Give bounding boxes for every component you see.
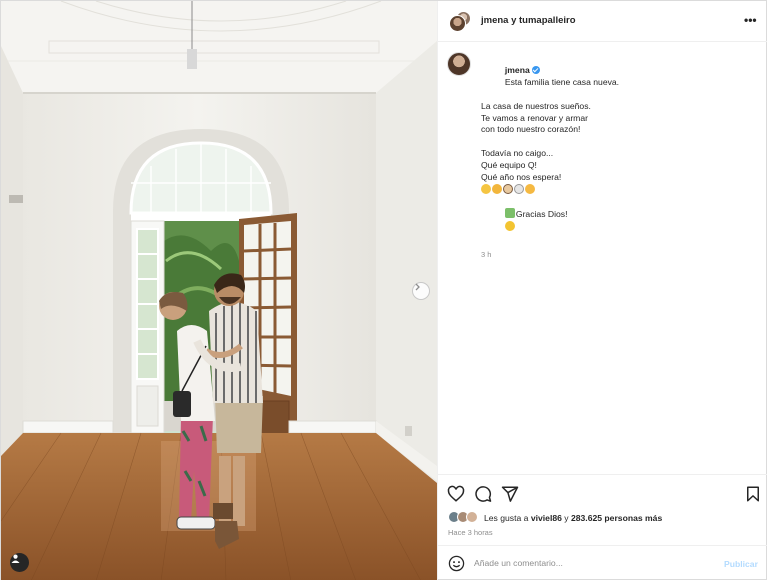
pleading-face-icon — [481, 183, 491, 194]
heart-icon[interactable] — [447, 485, 465, 503]
post-authors[interactable]: jmena y tumapalleiro — [481, 15, 576, 26]
sparkle-bee-icon — [504, 220, 515, 231]
caption-timestamp[interactable]: 3 h — [481, 249, 759, 261]
face-icon — [514, 183, 524, 194]
cat-face-icon — [525, 183, 535, 194]
comment-bar: Publicar — [438, 545, 767, 580]
post-header: jmena y tumapalleiro ••• — [438, 1, 767, 42]
collab-avatars[interactable] — [449, 11, 471, 34]
likes-conjunction: y — [564, 513, 569, 523]
emoji-row — [481, 183, 759, 196]
likes-count[interactable]: 283.625 personas más — [571, 513, 662, 523]
caption-line — [481, 136, 759, 148]
user-icon — [11, 554, 20, 563]
emoji-smile-icon[interactable] — [448, 555, 465, 572]
bookmark-icon[interactable] — [744, 485, 762, 503]
action-bar — [438, 474, 767, 510]
face-with-cowboy-hat-icon — [503, 183, 513, 194]
caption-line: Te vamos a renovar y armar — [481, 112, 588, 123]
caption-line: La casa de nuestros sueños. — [481, 100, 591, 111]
more-options-button[interactable]: ••• — [744, 13, 757, 27]
avatar — [449, 15, 466, 32]
caption-line: Gracias Dios! — [515, 208, 568, 219]
tagged-users-button[interactable] — [10, 553, 29, 572]
caption-username[interactable]: jmena — [505, 65, 530, 75]
verified-badge-icon — [531, 65, 540, 74]
house-with-garden-icon — [504, 207, 515, 218]
caption-body: jmena Esta familia tiene casa nueva. La … — [481, 53, 759, 261]
comment-input[interactable] — [474, 555, 694, 571]
likes-text: Les gusta a viviel86 y 283.625 personas … — [484, 513, 662, 523]
paper-plane-icon[interactable] — [501, 485, 519, 503]
chevron-right-icon — [415, 283, 420, 291]
post-side-panel: jmena y tumapalleiro ••• jmena Esta fami… — [437, 1, 767, 580]
comment-icon[interactable] — [474, 485, 492, 503]
caption-line: Qué equipo Q! — [481, 160, 537, 171]
caption-line: con todo nuestro corazón! — [481, 124, 581, 135]
caption-line: Esta familia tiene casa nueva. — [504, 76, 620, 87]
post-photo[interactable] — [1, 1, 437, 580]
avatar[interactable] — [447, 52, 471, 76]
publish-button[interactable]: Publicar — [724, 559, 758, 569]
post-modal: jmena y tumapalleiro ••• jmena Esta fami… — [0, 0, 767, 580]
smiling-face-icon — [492, 183, 502, 194]
caption-line: Todavía no caigo... — [481, 148, 554, 159]
photo-scene — [1, 1, 437, 580]
avatar — [466, 511, 478, 523]
liker-avatars — [448, 511, 480, 523]
next-photo-button[interactable] — [412, 282, 430, 300]
likes-prefix: Les gusta a — [484, 513, 529, 523]
liker-username[interactable]: viviel86 — [531, 513, 562, 523]
posted-time[interactable]: Hace 3 horas — [448, 528, 493, 537]
caption-line: Qué año nos espera! — [481, 172, 562, 183]
